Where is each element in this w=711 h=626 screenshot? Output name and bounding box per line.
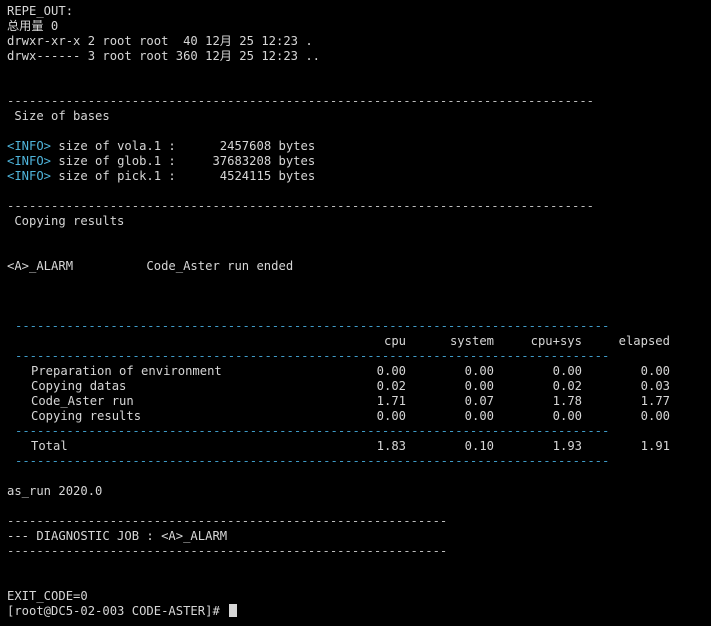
header-cpu-sys: cpu+sys — [530, 334, 582, 348]
table-separator: ----------------------------------------… — [15, 454, 610, 468]
info-tag: <INFO> — [7, 139, 52, 153]
timing-table-body: Preparation of environment 0.00 0.00 0.0… — [15, 364, 670, 424]
header-elapsed: elapsed — [618, 334, 670, 348]
info-text: size of pick.1 : 4524115 bytes — [51, 169, 316, 183]
table-separator: ----------------------------------------… — [15, 424, 610, 438]
timing-table-total: Total 1.83 0.10 1.93 1.91 — [15, 439, 670, 454]
version-line: as_run 2020.0 — [7, 484, 103, 498]
header-system: system — [449, 334, 494, 348]
separator-line: ----------------------------------------… — [7, 514, 448, 528]
timing-table: cpu system cpu+sys elapsed — [15, 334, 670, 349]
table-row: Copying datas 0.02 0.00 0.02 0.03 — [31, 379, 670, 393]
table-row: Code_Aster run 1.71 0.07 1.78 1.77 — [31, 394, 670, 408]
info-tag: <INFO> — [7, 154, 52, 168]
info-line: <INFO> size of glob.1 : 37683208 bytes — [7, 154, 711, 169]
alarm-line: <A>_ALARM Code_Aster run ended — [7, 259, 294, 273]
table-row: Preparation of environment 0.00 0.00 0.0… — [31, 364, 670, 378]
table-total-row: Total 1.83 0.10 1.93 1.91 — [31, 439, 670, 453]
text-cursor[interactable] — [229, 604, 238, 617]
info-tag: <INFO> — [7, 169, 52, 183]
info-text: size of vola.1 : 2457608 bytes — [51, 139, 316, 153]
exit-code-line: EXIT_CODE=0 — [7, 589, 88, 603]
terminal-window[interactable]: REPE_OUT: 总用量 0 drwxr-xr-x 2 root root 4… — [0, 0, 711, 626]
info-text: size of glob.1 : 37683208 bytes — [51, 154, 316, 168]
output-line-dir-parent: drwx------ 3 root root 360 12月 25 12:23 … — [7, 49, 321, 63]
output-line-repe-out: REPE_OUT: — [7, 4, 74, 18]
table-separator: ----------------------------------------… — [15, 319, 610, 333]
info-line: <INFO> size of vola.1 : 2457608 bytes — [7, 139, 711, 154]
info-line: <INFO> size of pick.1 : 4524115 bytes — [7, 169, 711, 184]
prompt-line[interactable]: [root@DC5-02-003 CODE-ASTER]# — [7, 604, 711, 619]
shell-prompt: [root@DC5-02-003 CODE-ASTER]# — [7, 604, 228, 618]
separator-line: ----------------------------------------… — [7, 544, 448, 558]
diagnostic-line: --- DIAGNOSTIC JOB : <A>_ALARM — [7, 529, 228, 543]
table-row: Copying results 0.00 0.00 0.00 0.00 — [31, 409, 670, 423]
table-separator: ----------------------------------------… — [15, 349, 610, 363]
separator-line: ----------------------------------------… — [7, 94, 594, 108]
header-cpu: cpu — [383, 334, 406, 348]
table-header-row: cpu system cpu+sys elapsed — [15, 334, 670, 349]
output-line-dir-current: drwxr-xr-x 2 root root 40 12月 25 12:23 . — [7, 34, 313, 48]
separator-line: ----------------------------------------… — [7, 199, 594, 213]
section-title-copying: Copying results — [7, 214, 125, 228]
section-title-bases: Size of bases — [7, 109, 110, 123]
output-line-total-size: 总用量 0 — [7, 19, 59, 33]
